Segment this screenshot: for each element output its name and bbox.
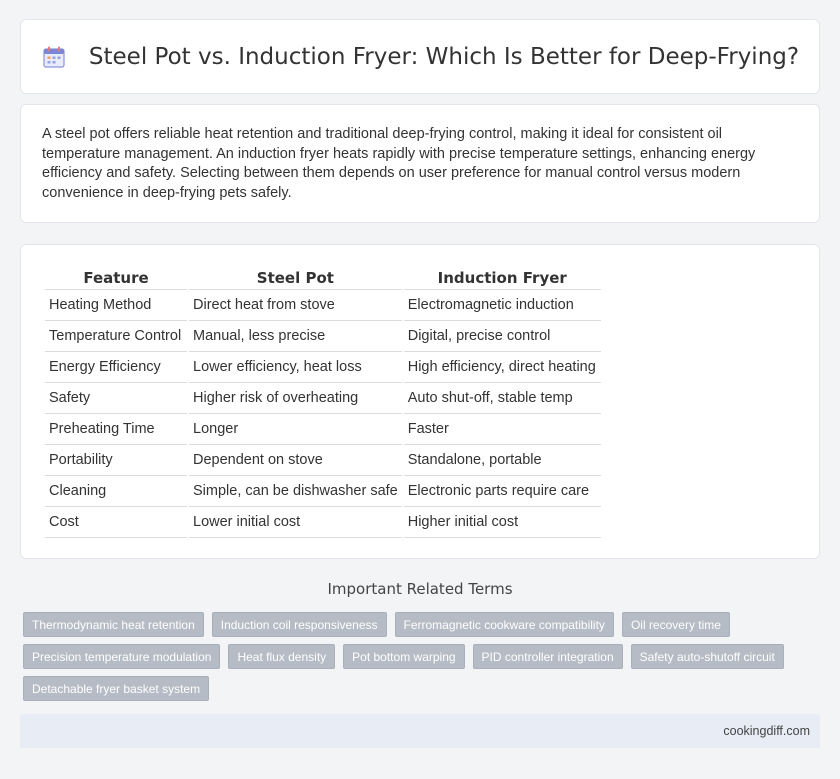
comparison-table: Feature Steel Pot Induction Fryer Heatin… (43, 265, 603, 538)
table-row: Portability Dependent on stove Standalon… (45, 445, 601, 476)
table-header-row: Feature Steel Pot Induction Fryer (45, 265, 601, 290)
table-cell: Safety (45, 383, 187, 414)
table-cell: Heating Method (45, 290, 187, 321)
table-cell: Portability (45, 445, 187, 476)
table-row: Preheating Time Longer Faster (45, 414, 601, 445)
intro-text: A steel pot offers reliable heat retenti… (42, 126, 756, 201)
table-row: Cleaning Simple, can be dishwasher safe … (45, 476, 601, 507)
table-cell: Auto shut-off, stable temp (403, 383, 601, 414)
table-row: Heating Method Direct heat from stove El… (45, 290, 601, 321)
table-cell: Simple, can be dishwasher safe (189, 476, 402, 507)
table-cell: Digital, precise control (403, 321, 601, 352)
table-cell: High efficiency, direct heating (403, 352, 601, 383)
table-cell: Manual, less precise (189, 321, 402, 352)
table-cell: Cost (45, 507, 187, 538)
table-cell: Lower efficiency, heat loss (189, 352, 402, 383)
table-cell: Lower initial cost (189, 507, 402, 538)
footer: cookingdiff.com (20, 714, 820, 748)
page-title: Steel Pot vs. Induction Fryer: Which Is … (88, 43, 800, 70)
term-tag[interactable]: Safety auto-shutoff circuit (630, 644, 784, 669)
table-cell: Higher risk of overheating (189, 383, 402, 414)
table-cell: Faster (403, 414, 601, 445)
term-tag[interactable]: Precision temperature modulation (23, 644, 221, 669)
related-terms-list: Thermodynamic heat retention Induction c… (23, 612, 823, 708)
term-tag[interactable]: Heat flux density (228, 644, 336, 669)
table-row: Safety Higher risk of overheating Auto s… (45, 383, 601, 414)
table-row: Energy Efficiency Lower efficiency, heat… (45, 352, 601, 383)
table-cell: Cleaning (45, 476, 187, 507)
table-cell: Electromagnetic induction (403, 290, 601, 321)
table-cell: Electronic parts require care (403, 476, 601, 507)
related-terms-heading: Important Related Terms (327, 580, 513, 598)
term-tag[interactable]: PID controller integration (472, 644, 623, 669)
term-tag[interactable]: Thermodynamic heat retention (23, 612, 204, 637)
term-tag[interactable]: Oil recovery time (621, 612, 730, 637)
table-cell: Higher initial cost (403, 507, 601, 538)
table-row: Cost Lower initial cost Higher initial c… (45, 507, 601, 538)
table-cell: Preheating Time (45, 414, 187, 445)
table-cell: Dependent on stove (189, 445, 402, 476)
table-cell: Standalone, portable (403, 445, 601, 476)
table-cell: Temperature Control (45, 321, 187, 352)
comparison-card: Feature Steel Pot Induction Fryer Heatin… (20, 244, 820, 559)
title-card: Steel Pot vs. Induction Fryer: Which Is … (20, 19, 820, 94)
footer-site-link[interactable]: cookingdiff.com (723, 724, 810, 738)
column-header-feature: Feature (45, 265, 187, 290)
column-header-induction-fryer: Induction Fryer (403, 265, 601, 290)
term-tag[interactable]: Detachable fryer basket system (23, 676, 210, 701)
term-tag[interactable]: Ferromagnetic cookware compatibility (394, 612, 614, 637)
term-tag[interactable]: Pot bottom warping (343, 644, 465, 669)
column-header-steel-pot: Steel Pot (189, 265, 402, 290)
table-cell: Energy Efficiency (45, 352, 187, 383)
calendar-icon (41, 44, 67, 70)
table-row: Temperature Control Manual, less precise… (45, 321, 601, 352)
table-cell: Direct heat from stove (189, 290, 402, 321)
table-cell: Longer (189, 414, 402, 445)
intro-card: A steel pot offers reliable heat retenti… (20, 104, 820, 223)
term-tag[interactable]: Induction coil responsiveness (211, 612, 387, 637)
